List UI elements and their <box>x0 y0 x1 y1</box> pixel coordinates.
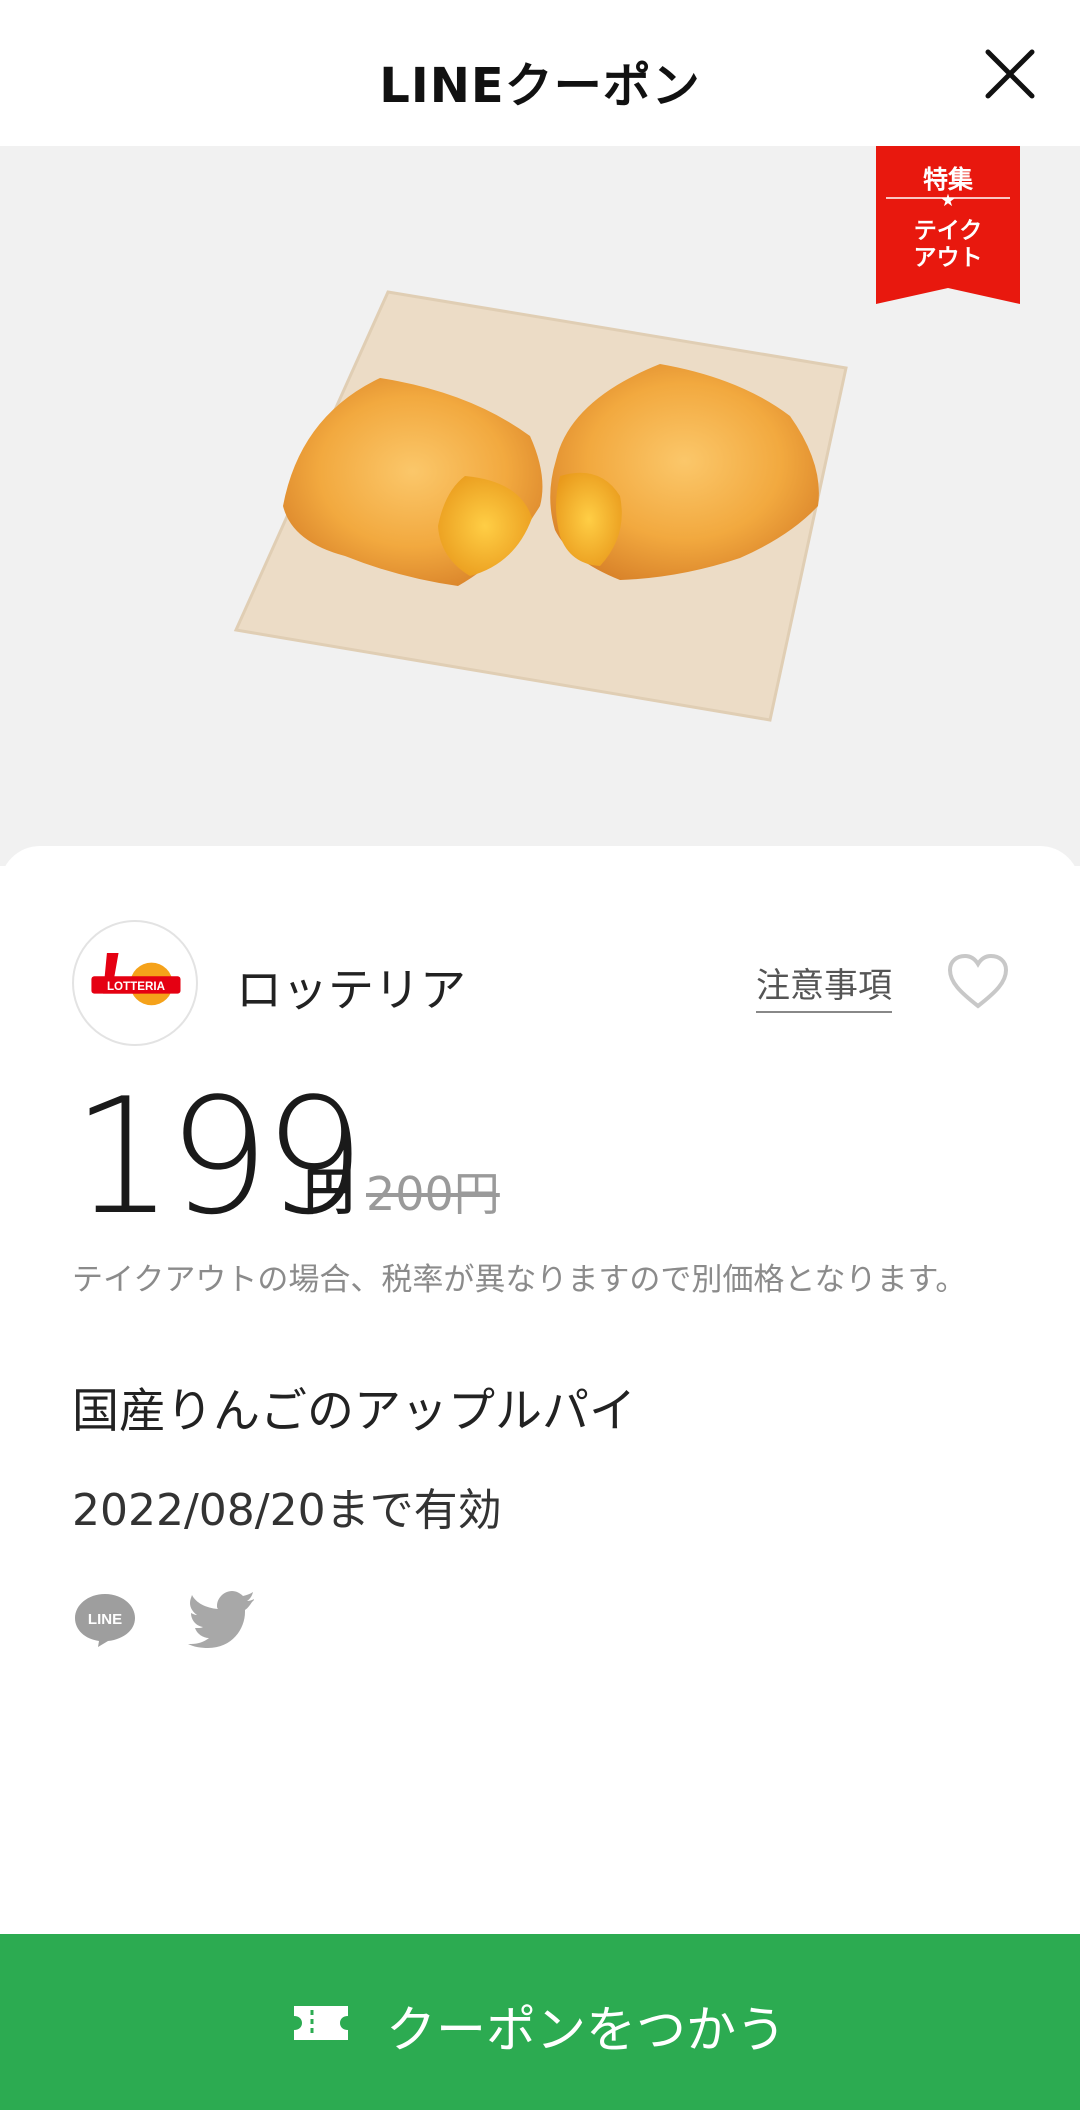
use-coupon-button[interactable]: クーポンをつかう <box>0 1934 1080 2110</box>
ribbon-label: 特集 ★ テイク アウト <box>876 146 1020 304</box>
line-share-icon[interactable]: LINE <box>72 1590 138 1648</box>
product-name: 国産りんごのアップルパイ <box>72 1384 636 1439</box>
ribbon-star: ★ <box>940 191 956 211</box>
product-image: 特集 ★ テイク アウト <box>0 146 1080 866</box>
store-logo[interactable]: LOTTERIA <box>72 920 198 1046</box>
original-price: 200円 <box>366 1167 500 1221</box>
twitter-icon[interactable] <box>188 1590 254 1648</box>
line-share-label: LINE <box>88 1611 122 1628</box>
logo-text: LOTTERIA <box>107 980 166 993</box>
header: LINEクーポン <box>0 0 1080 146</box>
currency-label: 円 <box>304 1163 354 1221</box>
use-coupon-label: クーポンをつかう <box>386 2001 786 2059</box>
validity-date: 2022/08/20まで有効 <box>72 1485 502 1536</box>
close-icon[interactable] <box>980 44 1040 104</box>
heart-icon[interactable] <box>946 952 1010 1012</box>
tax-note: テイクアウトの場合、税率が異なりますので別価格となります。 <box>72 1262 967 1298</box>
app-title: LINEクーポン <box>379 58 701 114</box>
store-name[interactable]: ロッテリア <box>236 954 466 1020</box>
ribbon-bottom-text: テイク アウト <box>913 218 983 271</box>
ticket-icon <box>294 2006 348 2040</box>
notes-link[interactable]: 注意事項 <box>756 958 892 1013</box>
